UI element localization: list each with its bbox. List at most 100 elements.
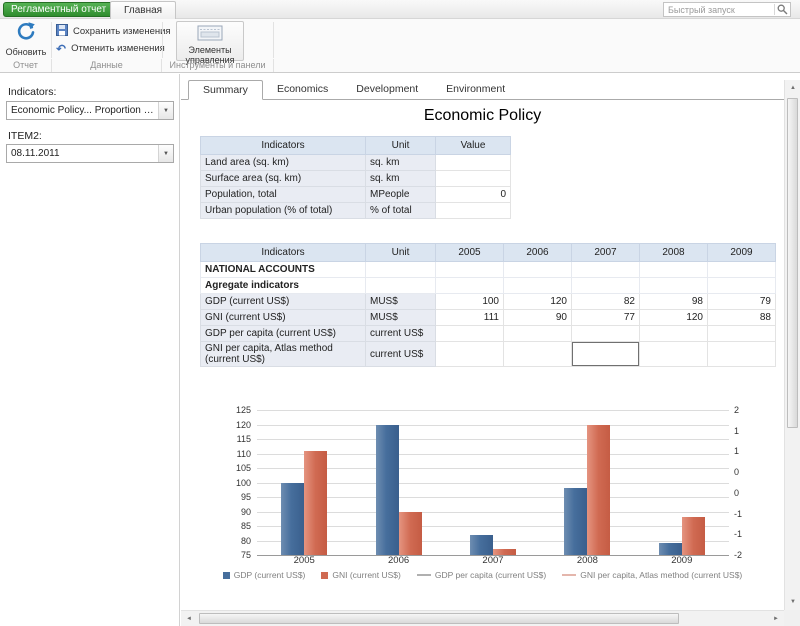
- ribbon: Обновить Сохранить изменения ↶ Отменить …: [0, 19, 800, 73]
- refresh-icon: [15, 21, 37, 45]
- cell-value[interactable]: 82: [572, 294, 640, 310]
- right-axis-tick-label: 0: [734, 488, 750, 498]
- bar-2006-series1: [399, 512, 422, 556]
- cell-value[interactable]: 98: [640, 294, 708, 310]
- cell-value[interactable]: [436, 326, 504, 342]
- cell-value[interactable]: [504, 342, 572, 367]
- cell-value[interactable]: [572, 262, 640, 278]
- report-menu-button[interactable]: Регламентный отчет ▼: [3, 2, 126, 17]
- cell-unit: [366, 278, 436, 294]
- header-row: IndicatorsUnit20052006200720082009: [201, 244, 776, 262]
- scroll-left-icon[interactable]: ◄: [181, 611, 197, 626]
- cell-value[interactable]: 111: [436, 310, 504, 326]
- legend-label: GDP per capita (current US$): [435, 570, 546, 580]
- legend-swatch: [223, 572, 230, 579]
- table-row: NATIONAL ACCOUNTS: [201, 262, 776, 278]
- tab-development[interactable]: Development: [342, 80, 432, 99]
- indicators-label: Indicators:: [8, 86, 56, 98]
- gridline: [257, 468, 729, 469]
- cell-value[interactable]: 0: [436, 187, 511, 203]
- left-axis-tick-label: 100: [215, 478, 251, 488]
- tab-summary[interactable]: Summary: [188, 80, 263, 100]
- vertical-scrollbar-thumb[interactable]: [787, 98, 798, 428]
- ribbon-group-label: Инструменты и панели: [162, 59, 274, 72]
- cell-value[interactable]: [640, 278, 708, 294]
- cell-unit: MUS$: [366, 310, 436, 326]
- ribbon-group-label: Данные: [52, 59, 162, 72]
- report-menu-label: Регламентный отчет: [11, 3, 106, 16]
- scrollbar-corner: [784, 610, 800, 626]
- sidebar: Indicators: Economic Policy... Proportio…: [0, 74, 180, 626]
- cell-value[interactable]: [436, 342, 504, 367]
- table-row: Urban population (% of total)% of total: [201, 203, 511, 219]
- column-header: 2005: [436, 244, 504, 262]
- cell-unit: sq. km: [366, 171, 436, 187]
- undo-changes-button[interactable]: ↶ Отменить изменения: [56, 41, 165, 56]
- bar-2005-series0: [281, 483, 304, 556]
- cell-value[interactable]: [708, 326, 776, 342]
- refresh-button[interactable]: Обновить: [2, 21, 50, 60]
- cell-value[interactable]: [504, 278, 572, 294]
- cell-value[interactable]: 88: [708, 310, 776, 326]
- cell-value[interactable]: 120: [504, 294, 572, 310]
- cell-value[interactable]: [708, 342, 776, 367]
- quick-search-box[interactable]: [663, 2, 791, 17]
- cell-value[interactable]: 100: [436, 294, 504, 310]
- tab-economics[interactable]: Economics: [263, 80, 342, 99]
- scroll-right-icon[interactable]: ►: [768, 611, 784, 626]
- x-axis-category-label: 2008: [540, 555, 634, 566]
- cell-value[interactable]: [708, 278, 776, 294]
- cell-value[interactable]: [436, 171, 511, 187]
- left-axis-tick-label: 105: [215, 463, 251, 473]
- cell-value[interactable]: [640, 326, 708, 342]
- table-row: Surface area (sq. km)sq. km: [201, 171, 511, 187]
- gridline: [257, 483, 729, 484]
- column-header: 2009: [708, 244, 776, 262]
- horizontal-scrollbar-thumb[interactable]: [199, 613, 679, 624]
- cell-value[interactable]: [640, 342, 708, 367]
- cell-value[interactable]: [504, 262, 572, 278]
- selected-cell[interactable]: [572, 342, 640, 367]
- cell-value[interactable]: [436, 278, 504, 294]
- cell-value[interactable]: [640, 262, 708, 278]
- save-changes-button[interactable]: Сохранить изменения: [56, 24, 171, 39]
- item2-select[interactable]: 08.11.2011 ▼: [6, 144, 174, 163]
- scroll-down-icon[interactable]: ▼: [785, 594, 800, 610]
- cell-value[interactable]: [436, 262, 504, 278]
- cell-value[interactable]: 79: [708, 294, 776, 310]
- header-row: IndicatorsUnitValue: [201, 137, 511, 155]
- scroll-up-icon[interactable]: ▲: [785, 80, 800, 96]
- indicators-select[interactable]: Economic Policy... Proportion of s... (1…: [6, 101, 174, 120]
- cell-indicator: Population, total: [201, 187, 366, 203]
- search-input[interactable]: [664, 5, 774, 15]
- chevron-down-icon[interactable]: ▼: [158, 102, 173, 119]
- cell-value[interactable]: [436, 203, 511, 219]
- right-axis-tick-label: 1: [734, 426, 750, 436]
- gridline: [257, 425, 729, 426]
- cell-value[interactable]: 77: [572, 310, 640, 326]
- cell-value[interactable]: 90: [504, 310, 572, 326]
- cell-value[interactable]: [572, 278, 640, 294]
- search-icon[interactable]: [775, 4, 790, 15]
- column-header: 2006: [504, 244, 572, 262]
- legend-item: GDP per capita (current US$): [417, 570, 546, 580]
- legend-line-swatch: [562, 574, 576, 576]
- title-bar: Регламентный отчет ▼ Главная: [0, 0, 800, 19]
- summary-table: IndicatorsUnitValueLand area (sq. km)sq.…: [200, 136, 511, 219]
- cell-value[interactable]: [504, 326, 572, 342]
- tab-environment[interactable]: Environment: [432, 80, 519, 99]
- x-axis-category-label: 2009: [635, 555, 729, 566]
- vertical-scrollbar[interactable]: ▲ ▼: [784, 80, 800, 610]
- gridline: [257, 512, 729, 513]
- horizontal-scrollbar[interactable]: ◄ ►: [181, 610, 784, 626]
- controls-button[interactable]: Элементы управления: [176, 21, 244, 61]
- x-axis-category-label: 2005: [257, 555, 351, 566]
- tab-home[interactable]: Главная: [110, 1, 176, 19]
- cell-value[interactable]: [572, 326, 640, 342]
- cell-value[interactable]: [708, 262, 776, 278]
- cell-value[interactable]: [436, 155, 511, 171]
- chevron-down-icon[interactable]: ▼: [158, 145, 173, 162]
- cell-value[interactable]: 120: [640, 310, 708, 326]
- left-axis-tick-label: 75: [215, 550, 251, 560]
- gridline: [257, 454, 729, 455]
